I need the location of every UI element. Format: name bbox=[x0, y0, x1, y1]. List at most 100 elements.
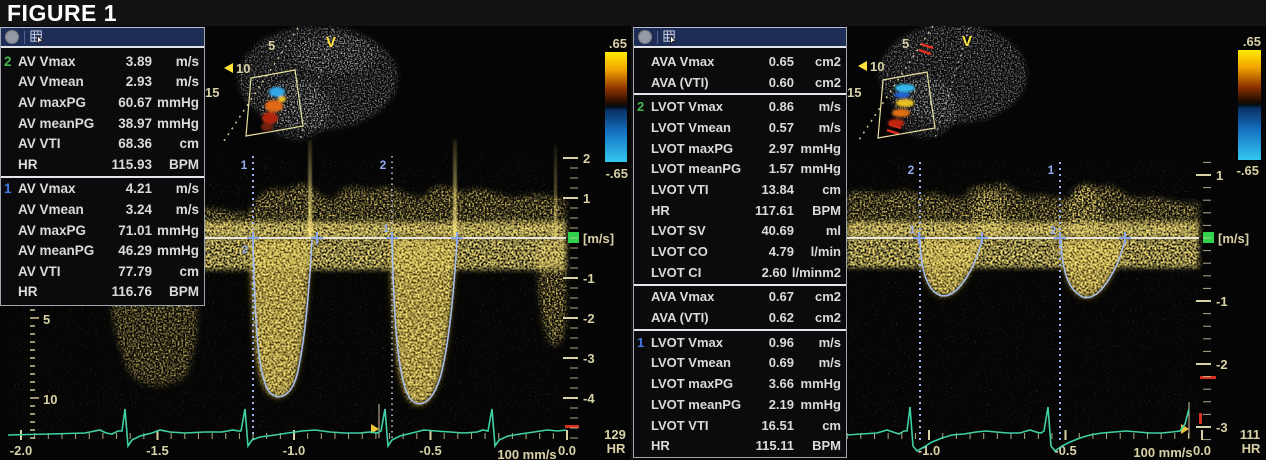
measurement-row: AV VTI77.79 cm bbox=[4, 261, 199, 282]
measurement-label: AV maxPG bbox=[18, 95, 118, 110]
color-bar-left: .65 -.65 bbox=[605, 36, 628, 181]
measurement-row: AVA Vmax0.65 cm2 bbox=[637, 51, 841, 72]
measurement-value: 3.24 bbox=[126, 202, 152, 217]
measurement-row: AV Vmean3.24m/s bbox=[4, 199, 199, 220]
measurement-table-icon[interactable] bbox=[30, 30, 45, 45]
color-bar-right: .65 -.65 bbox=[1237, 34, 1261, 178]
measurement-label: HR bbox=[651, 438, 756, 453]
measurement-value: 38.97 bbox=[118, 116, 152, 131]
measurement-value: 0.96 bbox=[769, 335, 794, 350]
orientation-marker: V bbox=[962, 33, 972, 50]
measurement-rows: 2AV Vmax3.89m/sAV Vmean2.93m/sAV maxPG60… bbox=[1, 48, 204, 302]
trace-number-label: 1 bbox=[383, 223, 389, 235]
measurement-unit: l/min bbox=[799, 244, 841, 259]
measurement-unit: mmHg bbox=[157, 243, 199, 258]
cycle-marker-label: 2 bbox=[908, 163, 915, 177]
measurement-row: LVOT CI2.60l/minm2 bbox=[637, 262, 841, 283]
orientation-marker: V bbox=[326, 34, 336, 51]
measurement-label: AV Vmax bbox=[18, 181, 126, 196]
inset-depth-label: 5 bbox=[902, 36, 909, 51]
measurement-set-number: 2 bbox=[4, 54, 18, 69]
measurement-unit: mmHg bbox=[157, 116, 199, 131]
measurement-row: LVOT meanPG1.57mmHg bbox=[637, 158, 841, 179]
measurement-unit: mmHg bbox=[799, 376, 841, 391]
measurement-label: LVOT maxPG bbox=[651, 141, 769, 156]
measurement-value: 4.21 bbox=[126, 181, 152, 196]
echo-screen-left: 5 10 15 V .65 -.65 bbox=[0, 26, 631, 460]
measurement-unit: mmHg bbox=[799, 161, 841, 176]
measurement-value: 4.79 bbox=[769, 244, 794, 259]
color-bar-max: .65 bbox=[609, 36, 627, 51]
status-circle-icon bbox=[638, 30, 652, 44]
hr-label: HR bbox=[607, 441, 626, 456]
y-axis-tick-label: -4 bbox=[583, 391, 595, 406]
x-axis-tick-label: -1.5 bbox=[146, 443, 168, 458]
measurement-row: LVOT Vmean0.57m/s bbox=[637, 117, 841, 138]
x-axis-tick-label: -1.0 bbox=[283, 443, 305, 458]
measurement-unit: cm2 bbox=[799, 54, 841, 69]
measurement-label: AV VTI bbox=[18, 264, 118, 279]
hr-value: 129 bbox=[604, 427, 626, 442]
measurement-table-icon[interactable] bbox=[663, 30, 678, 45]
measurement-unit: cm2 bbox=[799, 310, 841, 325]
measurement-label: LVOT CO bbox=[651, 244, 769, 259]
measurement-value: 68.36 bbox=[118, 136, 152, 151]
cycle-marker-label: 1 bbox=[1048, 163, 1055, 177]
measurement-row: HR116.76BPM bbox=[4, 282, 199, 303]
cycle-marker-label: 1 bbox=[241, 158, 248, 172]
measurement-group-separator bbox=[634, 329, 846, 331]
measurement-row: HR115.11BPM bbox=[637, 435, 841, 456]
spectral-band-below bbox=[847, 238, 1199, 268]
color-bar bbox=[605, 52, 627, 162]
measurement-label: AVA Vmax bbox=[651, 54, 769, 69]
measurement-panel-left: 2AV Vmax3.89m/sAV Vmean2.93m/sAV maxPG60… bbox=[0, 27, 205, 306]
x-axis-tick-label: -2.0 bbox=[10, 443, 32, 458]
y-axis-tick-label: -2 bbox=[583, 311, 595, 326]
measurement-row: LVOT VTI16.51cm bbox=[637, 415, 841, 436]
measurement-value: 3.89 bbox=[126, 54, 152, 69]
y-axis-tick-label: -1 bbox=[1216, 294, 1228, 309]
measurement-row: AV Vmean2.93m/s bbox=[4, 72, 199, 93]
measurement-row: LVOT maxPG2.97mmHg bbox=[637, 138, 841, 159]
measurement-label: HR bbox=[18, 157, 111, 172]
valve-click-streak bbox=[308, 140, 312, 238]
systolic-flutter bbox=[973, 190, 1005, 238]
measurement-set-number: 2 bbox=[637, 99, 651, 114]
measurement-unit: cm2 bbox=[799, 75, 841, 90]
measurement-value: 117.61 bbox=[755, 203, 794, 218]
x-axis-tick-label: -0.5 bbox=[419, 443, 441, 458]
depth-ruler-label: 5 bbox=[43, 312, 50, 327]
measurement-label: AV meanPG bbox=[18, 243, 118, 258]
measurement-row: LVOT CO4.79 l/min bbox=[637, 241, 841, 262]
inset-depth-label: 10 bbox=[236, 61, 250, 76]
measurement-value: 3.66 bbox=[769, 376, 794, 391]
y-axis-tick-label: 2 bbox=[583, 151, 590, 166]
measurement-unit: BPM bbox=[157, 284, 199, 299]
2d-image-inset-right: 5 10 15 V bbox=[847, 26, 1027, 140]
measurement-label: AVA (VTI) bbox=[651, 310, 769, 325]
x-axis-tick-label: 0.0 bbox=[558, 443, 576, 458]
measurement-unit: m/s bbox=[157, 202, 199, 217]
focus-arrow-icon bbox=[224, 63, 233, 73]
measurement-group-separator bbox=[1, 176, 204, 178]
sweep-speed-label: 100 mm/s bbox=[497, 447, 556, 460]
measurement-unit: cm bbox=[157, 264, 199, 279]
measurement-label: AV Vmax bbox=[18, 54, 126, 69]
measurement-value: 77.79 bbox=[118, 264, 152, 279]
hr-value: 111 bbox=[1240, 427, 1260, 442]
measurement-unit: mmHg bbox=[157, 95, 199, 110]
measurement-row: AV meanPG46.29mmHg bbox=[4, 240, 199, 261]
x-axis-tick-label: -1.0 bbox=[918, 443, 940, 458]
y-axis-tick-label: -3 bbox=[1216, 420, 1228, 435]
measurement-label: LVOT VTI bbox=[651, 182, 761, 197]
measurement-label: LVOT maxPG bbox=[651, 376, 769, 391]
measurement-label: AV VTI bbox=[18, 136, 118, 151]
spectral-area-right bbox=[847, 156, 1199, 442]
measurement-row: HR115.93BPM bbox=[4, 154, 199, 175]
measurement-value: 0.65 bbox=[769, 54, 794, 69]
measurement-value: 0.60 bbox=[769, 75, 794, 90]
measurement-unit: mmHg bbox=[799, 141, 841, 156]
measurement-label: LVOT meanPG bbox=[651, 397, 769, 412]
measurement-label: AV Vmean bbox=[18, 74, 126, 89]
measurement-value: 116.76 bbox=[111, 284, 152, 299]
